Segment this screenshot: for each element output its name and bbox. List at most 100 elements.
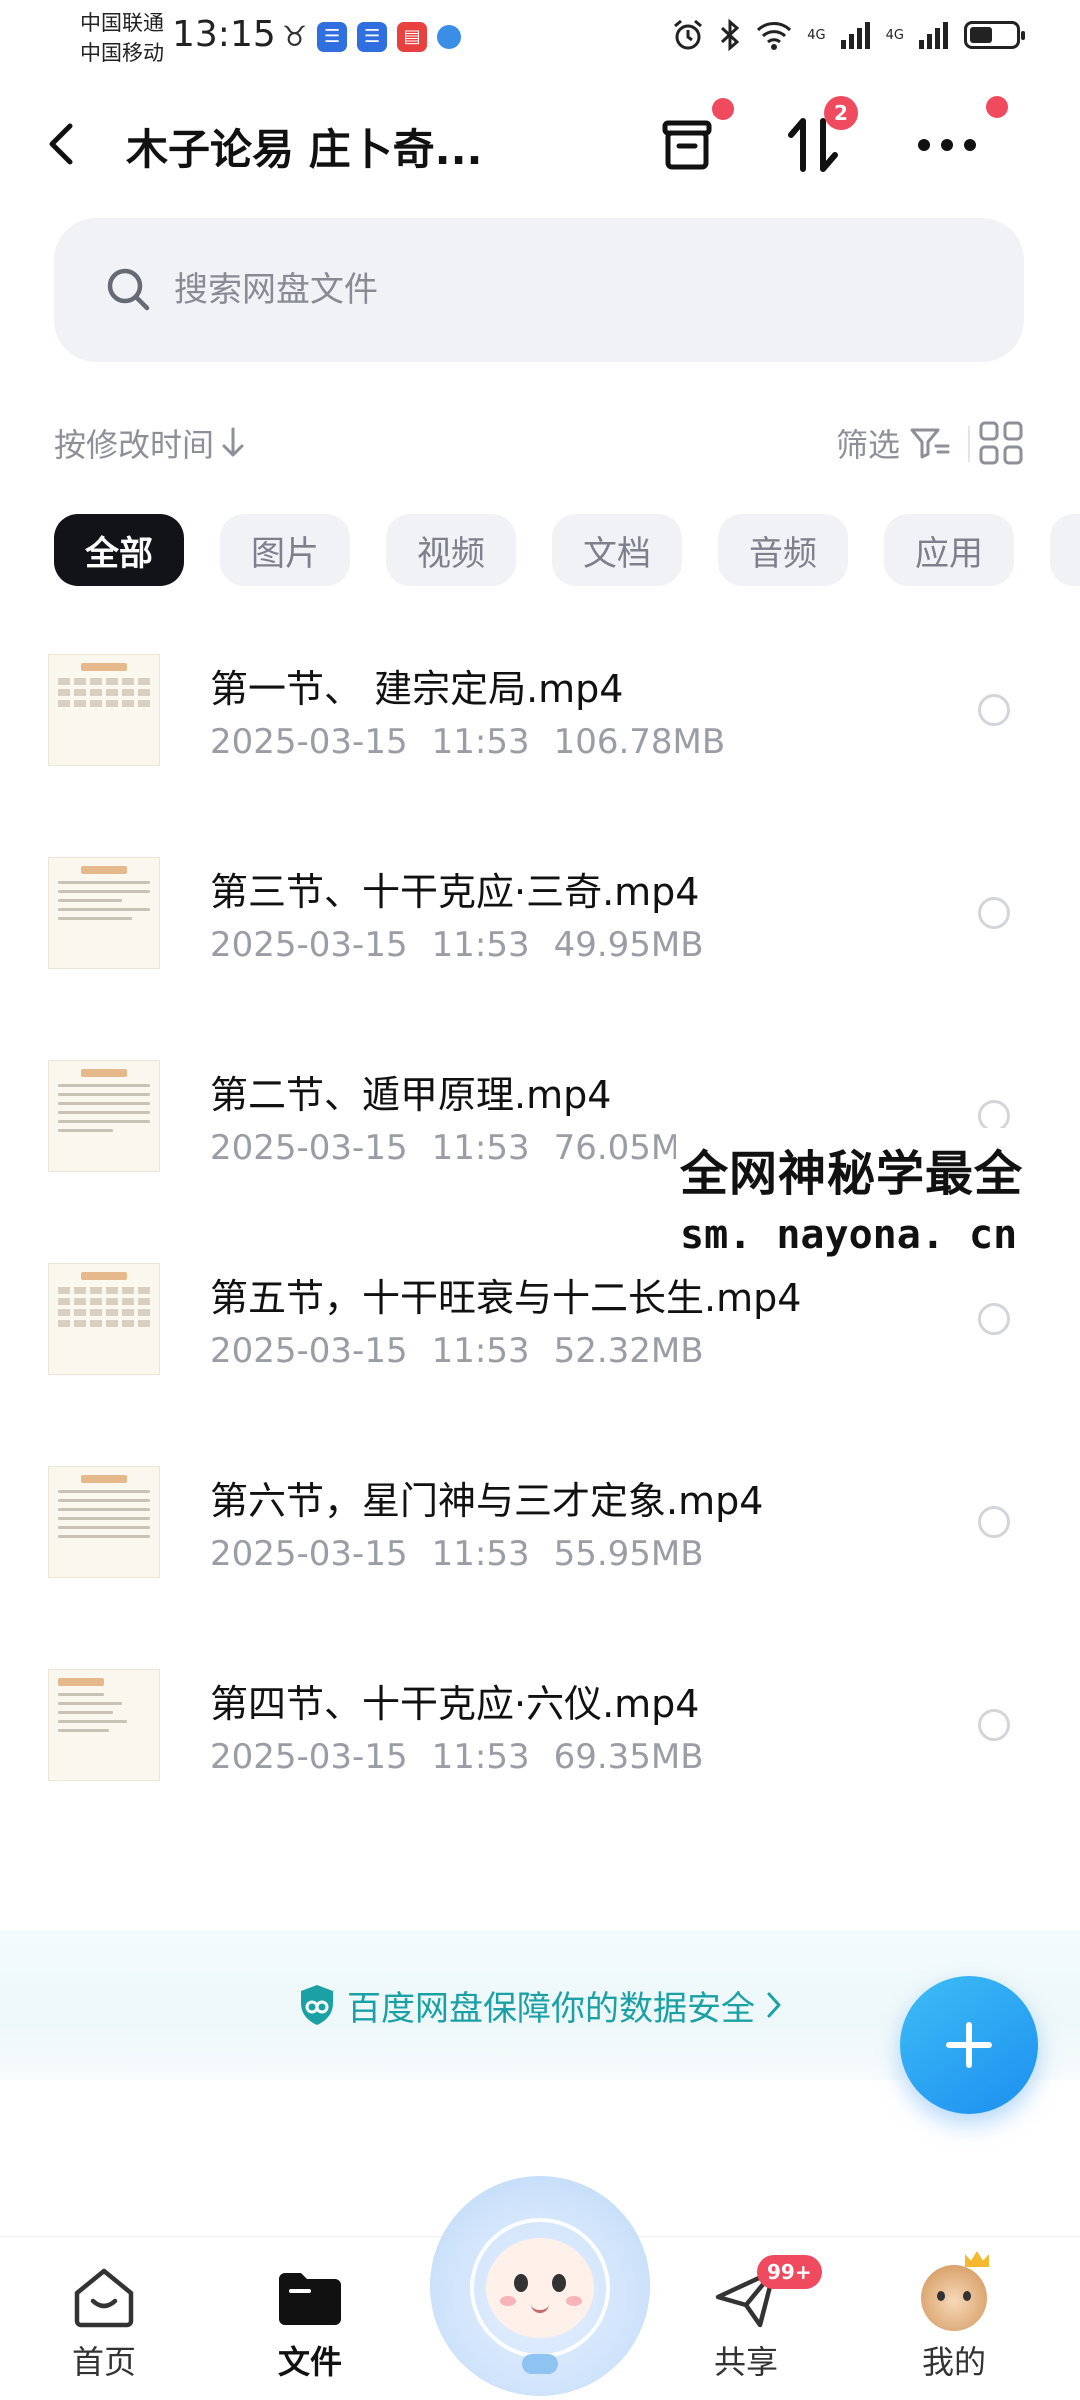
back-button[interactable] (46, 114, 96, 174)
nav-mine[interactable]: 我的 (884, 2251, 1024, 2383)
chip-apps[interactable]: 应用 (884, 514, 1014, 586)
file-row[interactable]: 第三节、十干克应·三奇.mp4 2025-03-15 11:53 49.95MB (0, 831, 1080, 1034)
chip-more[interactable] (1050, 514, 1080, 586)
file-name: 第三节、十干克应·三奇.mp4 (210, 870, 700, 914)
select-checkbox[interactable] (978, 897, 1010, 929)
video-thumbnail (48, 1669, 160, 1781)
notification-dot (712, 98, 734, 120)
watermark-overlay: 全网神秘学最全 sm. nayona. cn (676, 1128, 1080, 1264)
nav-mine-label: 我的 (921, 2343, 986, 2381)
network-type: 4G (885, 27, 904, 43)
watermark-line-1: 全网神秘学最全 (680, 1146, 1024, 1202)
filter-label: 筛选 (835, 426, 900, 464)
video-thumbnail (48, 857, 160, 969)
select-checkbox[interactable] (978, 694, 1010, 726)
transfer-count-badge: 2 (824, 96, 858, 130)
add-button[interactable] (900, 1976, 1038, 2114)
top-bar: 木子论易 庄卜奇... 2 (0, 96, 1080, 192)
file-row[interactable]: 第四节、十干克应·六仪.mp4 2025-03-15 11:53 69.35MB (0, 1643, 1080, 1846)
carrier-2: 中国移动 (80, 41, 164, 65)
notification-dot (986, 96, 1008, 118)
file-date: 2025-03-15 (210, 1534, 408, 1574)
file-size: 69.35MB (553, 1737, 704, 1777)
folder-icon (275, 2263, 345, 2333)
plus-icon (946, 2022, 992, 2068)
more-options-button[interactable] (912, 96, 1008, 180)
file-time: 11:53 (431, 1331, 530, 1371)
search-input[interactable] (174, 270, 974, 310)
home-icon (69, 2263, 139, 2333)
filter-icon (910, 428, 950, 459)
browser-app-icon (437, 24, 462, 49)
app-notification-icon: ♉ (282, 20, 308, 53)
more-dots-icon (918, 139, 976, 151)
status-time: 13:15 (172, 14, 276, 55)
nav-files[interactable]: 文件 (240, 2263, 380, 2383)
archive-button[interactable] (652, 98, 734, 180)
file-date: 2025-03-15 (210, 722, 408, 762)
sort-label: 按修改时间 (54, 426, 215, 464)
filter-button[interactable]: 筛选 (836, 420, 950, 466)
crown-icon (965, 2251, 989, 2267)
chip-audio[interactable]: 音频 (718, 514, 848, 586)
app-notification-icon: ☰ (357, 21, 388, 52)
carrier-info: 中国联通 中国移动 (80, 8, 164, 68)
transfer-button[interactable]: 2 (778, 96, 858, 180)
security-text: 百度网盘保障你的数据安全 (347, 1988, 755, 2029)
file-time: 11:53 (431, 1128, 530, 1168)
app-notification-icon: ☰ (317, 21, 348, 52)
arrow-down-icon (222, 427, 244, 457)
status-bar: 中国联通 中国移动 13:15 ♉ ☰ ☰ ▤ 4G 4G (0, 0, 1080, 72)
divider (968, 426, 970, 462)
battery-icon (964, 21, 1025, 49)
file-meta: 2025-03-15 11:53 52.32MB (210, 1331, 704, 1371)
file-row[interactable]: 第六节，星门神与三才定象.mp4 2025-03-15 11:53 55.95MB (0, 1440, 1080, 1643)
file-date: 2025-03-15 (210, 925, 408, 965)
grid-view-icon[interactable] (978, 420, 1024, 466)
chip-all[interactable]: 全部 (54, 514, 184, 586)
wifi-icon (757, 22, 792, 50)
file-time: 11:53 (431, 1737, 530, 1777)
file-size: 52.32MB (553, 1331, 704, 1371)
file-name: 第四节、十干克应·六仪.mp4 (210, 1682, 700, 1726)
alarm-icon (674, 19, 703, 50)
nav-home[interactable]: 首页 (34, 2263, 174, 2383)
sort-button[interactable]: 按修改时间 (54, 420, 246, 466)
chip-documents[interactable]: 文档 (552, 514, 682, 586)
file-date: 2025-03-15 (210, 1737, 408, 1777)
file-row[interactable]: 第五节，十干旺衰与十二长生.mp4 2025-03-15 11:53 52.32MB (0, 1237, 1080, 1440)
chip-videos[interactable]: 视频 (386, 514, 516, 586)
system-indicators: 4G 4G (671, 18, 1025, 52)
file-size: 55.95MB (553, 1534, 704, 1574)
chevron-right-icon (767, 1992, 781, 2018)
video-thumbnail (48, 654, 160, 766)
select-checkbox[interactable] (978, 1506, 1010, 1538)
chip-images[interactable]: 图片 (220, 514, 350, 586)
file-size: 106.78MB (553, 722, 726, 762)
sort-toolbar: 按修改时间 筛选 (0, 412, 1080, 476)
file-date: 2025-03-15 (210, 1331, 408, 1371)
carrier-1: 中国联通 (80, 11, 164, 35)
file-time: 11:53 (431, 1534, 530, 1574)
select-checkbox[interactable] (978, 1709, 1010, 1741)
select-checkbox[interactable] (978, 1303, 1010, 1335)
bluetooth-icon (721, 18, 740, 52)
nav-share[interactable]: 99+ 共享 (676, 2255, 822, 2383)
send-icon: 99+ (711, 2255, 822, 2333)
video-thumbnail (48, 1466, 160, 1578)
profile-avatar (921, 2251, 989, 2331)
file-row[interactable]: 第一节、 建宗定局.mp4 2025-03-15 11:53 106.78MB (0, 628, 1080, 831)
ai-assistant-mascot[interactable] (430, 2176, 650, 2396)
share-count-badge: 99+ (757, 2255, 822, 2289)
network-type: 4G (807, 27, 826, 43)
video-thumbnail (48, 1060, 160, 1172)
file-meta: 2025-03-15 11:53 55.95MB (210, 1534, 704, 1574)
book-app-icon: ▤ (397, 21, 428, 52)
search-bar[interactable] (54, 218, 1024, 362)
file-meta: 2025-03-15 11:53 106.78MB (210, 722, 725, 762)
file-meta: 2025-03-15 11:53 69.35MB (210, 1737, 704, 1777)
nav-share-label: 共享 (713, 2343, 778, 2381)
file-size: 49.95MB (553, 925, 704, 965)
signal-icon (919, 22, 948, 49)
nav-files-label: 文件 (277, 2343, 342, 2381)
